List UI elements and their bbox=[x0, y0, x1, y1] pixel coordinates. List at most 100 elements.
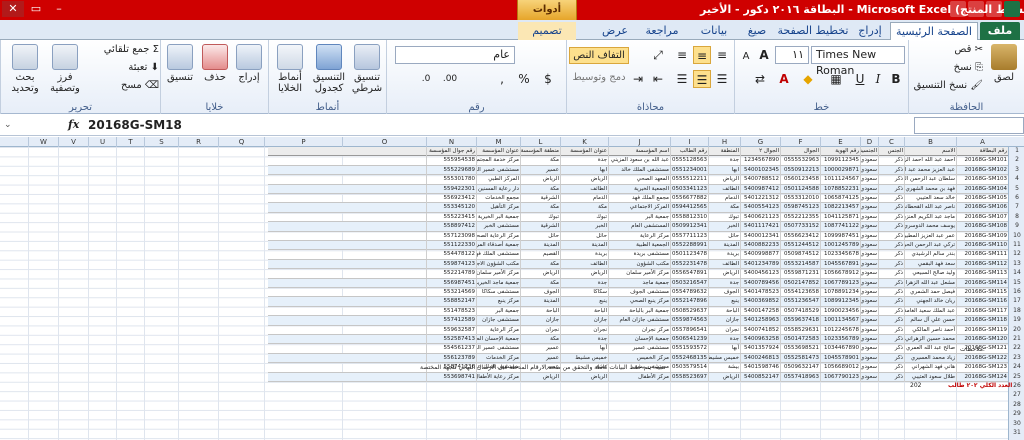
table-cell[interactable]: 1045578901 bbox=[820, 353, 860, 363]
table-cell[interactable]: الباحة bbox=[708, 306, 740, 316]
column-header-e[interactable]: E bbox=[820, 137, 860, 147]
table-cell[interactable]: الجمعية الطبية bbox=[608, 241, 670, 250]
table-cell[interactable]: 0550912213 bbox=[780, 165, 820, 175]
italic-icon[interactable]: I bbox=[869, 70, 887, 88]
table-cell[interactable]: 5400741852 bbox=[740, 325, 780, 335]
table-cell[interactable]: 0507733152 bbox=[780, 222, 820, 232]
table-cell[interactable]: 0594412565 bbox=[670, 203, 708, 213]
column-header-j[interactable]: J bbox=[608, 137, 670, 147]
table-cell[interactable]: 0557418963 bbox=[780, 372, 820, 382]
table-cell[interactable]: مركز الرعاية الصحية bbox=[476, 231, 520, 241]
table-cell[interactable]: 5400852147 bbox=[740, 372, 780, 382]
table-cell[interactable]: عمر عبد العزيز المطيري bbox=[904, 231, 956, 241]
table-cell[interactable]: ذكر bbox=[878, 316, 904, 326]
table-cell[interactable]: مركز رعاية الأطفال bbox=[476, 372, 520, 382]
table-cell[interactable]: 551478523 bbox=[426, 306, 476, 316]
table-cell[interactable]: 557412589 bbox=[426, 316, 476, 326]
align-bottom-icon[interactable]: ≡ bbox=[673, 46, 691, 64]
paste-button[interactable]: لصق bbox=[987, 44, 1021, 83]
table-cell[interactable]: ذكر bbox=[878, 344, 904, 354]
table-cell[interactable]: مستشفى عسير المركزي bbox=[476, 165, 520, 175]
table-cell[interactable]: 0558529631 bbox=[780, 325, 820, 335]
table-cell[interactable]: ذكر bbox=[878, 353, 904, 363]
table-cell[interactable]: 20168G-SM119 bbox=[956, 325, 1008, 335]
table-cell[interactable]: جدة bbox=[560, 278, 608, 288]
row-header[interactable]: 13 bbox=[1009, 260, 1024, 267]
table-cell[interactable]: 5400012341 bbox=[740, 231, 780, 241]
row-header[interactable]: 8 bbox=[1009, 213, 1024, 220]
row-header[interactable]: 22 bbox=[1009, 344, 1024, 351]
table-cell[interactable]: 5400963258 bbox=[740, 335, 780, 344]
table-cell[interactable]: 0557711123 bbox=[670, 231, 708, 241]
column-header-b[interactable]: B bbox=[904, 137, 956, 147]
table-cell[interactable]: 20168G-SM112 bbox=[956, 259, 1008, 269]
table-cell[interactable]: مركز خدمة المجتمع bbox=[476, 156, 520, 166]
table-cell[interactable]: ذكر bbox=[878, 156, 904, 166]
percent-icon[interactable]: % bbox=[515, 70, 533, 88]
table-cell[interactable]: 0560123458 bbox=[780, 175, 820, 185]
table-cell[interactable]: مستشفى الجوف bbox=[608, 288, 670, 297]
table-cell[interactable]: 1067790123 bbox=[820, 372, 860, 382]
close-icon[interactable]: ✕ bbox=[2, 1, 24, 17]
table-cell[interactable]: سعودي bbox=[860, 222, 878, 232]
table-cell[interactable]: سعودي bbox=[860, 372, 878, 382]
row-header[interactable]: 2 bbox=[1009, 156, 1024, 163]
table-cell[interactable]: مجمع الخدمات bbox=[476, 194, 520, 203]
table-cell[interactable]: 0554123658 bbox=[780, 288, 820, 297]
table-cell[interactable]: نجران bbox=[520, 325, 560, 335]
table-cell[interactable]: 1065874125 bbox=[820, 194, 860, 203]
column-header-i[interactable]: I bbox=[670, 137, 708, 147]
table-cell[interactable]: ماجد عبد الكريم العنزي bbox=[904, 212, 956, 222]
table-cell[interactable]: 0558523697 bbox=[670, 372, 708, 382]
table-cell[interactable]: ذكر bbox=[878, 372, 904, 382]
row-header[interactable]: 23 bbox=[1009, 354, 1024, 361]
table-cell[interactable]: خميس مشيط bbox=[708, 353, 740, 363]
table-cell[interactable]: ابها bbox=[560, 165, 608, 175]
table-cell[interactable]: 20168G-SM120 bbox=[956, 335, 1008, 344]
table-cell[interactable]: مستشفى عسير المركزي bbox=[476, 344, 520, 354]
table-cell[interactable]: 556123789 bbox=[426, 353, 476, 363]
table-cell[interactable]: 554561237 bbox=[426, 344, 476, 354]
accounting-icon[interactable]: $ bbox=[539, 70, 557, 88]
table-cell[interactable]: عسير bbox=[520, 353, 560, 363]
decrease-decimal-icon[interactable]: .0 bbox=[417, 70, 435, 88]
table-cell[interactable]: 20168G-SM102 bbox=[956, 165, 1008, 175]
tab-home[interactable]: الصفحة الرئيسية bbox=[890, 22, 978, 41]
table-cell[interactable]: جمعية البر الخيرية bbox=[476, 212, 520, 222]
table-cell[interactable]: 0553214587 bbox=[780, 259, 820, 269]
row-header[interactable]: 14 bbox=[1009, 269, 1024, 276]
table-cell[interactable]: 0506541239 bbox=[670, 335, 708, 344]
table-cell[interactable]: 5401357924 bbox=[740, 344, 780, 354]
table-cell[interactable]: ذكر bbox=[878, 325, 904, 335]
table-cell[interactable]: الرياض bbox=[560, 175, 608, 185]
table-cell[interactable]: 0551244512 bbox=[780, 241, 820, 250]
table-cell[interactable]: 5401221312 bbox=[740, 194, 780, 203]
table-cell[interactable]: مركز الخدمات bbox=[476, 353, 520, 363]
tab-design[interactable]: تصميم bbox=[518, 22, 576, 40]
table-cell[interactable]: سعودي bbox=[860, 335, 878, 344]
table-cell[interactable]: حائل bbox=[560, 231, 608, 241]
fill-color-icon[interactable]: ◆ bbox=[799, 70, 817, 88]
table-cell[interactable]: مركز الأمير سلمان bbox=[476, 269, 520, 279]
table-cell[interactable]: 20168G-SM114 bbox=[956, 278, 1008, 288]
column-header-v[interactable]: V bbox=[58, 137, 88, 147]
row-header[interactable]: 9 bbox=[1009, 222, 1024, 229]
table-cell[interactable]: جازان bbox=[520, 316, 560, 326]
table-cell[interactable]: مشعل عبد الله الزهراني bbox=[904, 278, 956, 288]
table-cell[interactable]: الطائف bbox=[560, 259, 608, 269]
table-cell[interactable]: ذكر bbox=[878, 212, 904, 222]
table-cell[interactable]: 0507418529 bbox=[780, 306, 820, 316]
table-header-cell[interactable]: الجوال bbox=[780, 147, 820, 156]
table-cell[interactable]: الخبر bbox=[708, 222, 740, 232]
table-cell[interactable]: 1056689012 bbox=[820, 363, 860, 373]
table-cell[interactable]: 20168G-SM113 bbox=[956, 269, 1008, 279]
table-cell[interactable]: 0503216547 bbox=[670, 278, 708, 288]
table-cell[interactable]: ذكر bbox=[878, 165, 904, 175]
row-header[interactable]: 27 bbox=[1009, 391, 1024, 398]
table-header-cell[interactable]: المنطقة bbox=[708, 147, 740, 156]
table-cell[interactable]: نجران bbox=[560, 325, 608, 335]
table-cell[interactable]: 556987451 bbox=[426, 278, 476, 288]
undo-icon[interactable] bbox=[968, 1, 984, 17]
table-cell[interactable]: 0551236547 bbox=[780, 297, 820, 307]
table-cell[interactable]: جمعية البر bbox=[608, 212, 670, 222]
